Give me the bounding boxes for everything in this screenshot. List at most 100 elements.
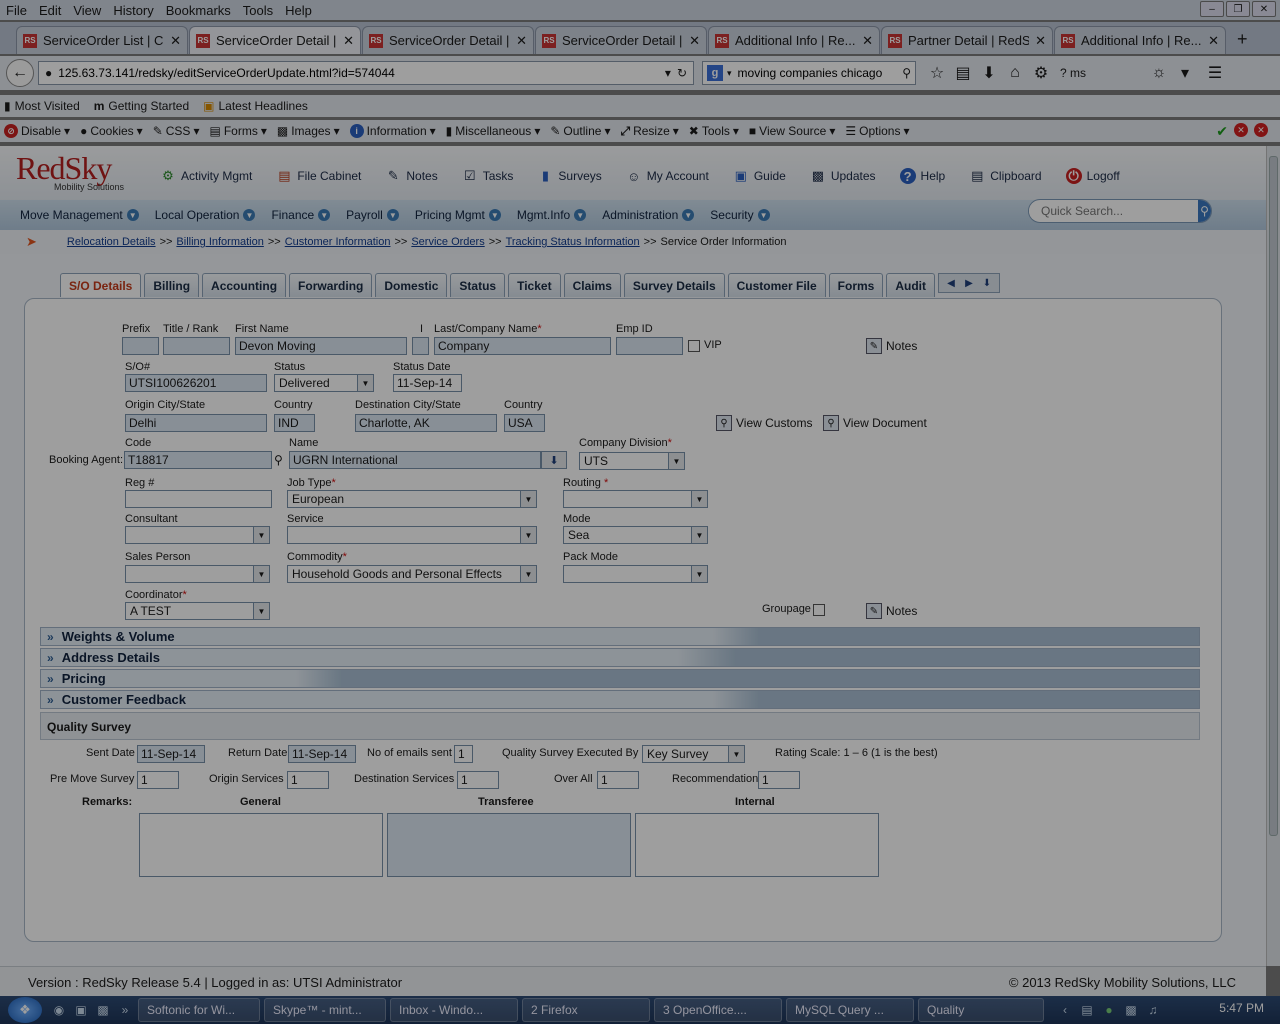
nav-mgmt-info[interactable]: Mgmt.Info ▼ bbox=[517, 208, 587, 222]
menu-bookmarks[interactable]: Bookmarks bbox=[160, 3, 237, 18]
web-search-box[interactable]: g ▾ ⚲ bbox=[702, 61, 916, 85]
browser-tab[interactable]: RS Additional Info | Re... ✕ bbox=[1054, 26, 1226, 54]
tab-survey-details[interactable]: Survey Details bbox=[623, 273, 725, 297]
dropdown-arrow-icon[interactable]: ▾ bbox=[665, 66, 671, 80]
sales-person-select[interactable]: ▼ bbox=[125, 565, 270, 583]
previous-icon[interactable]: ◀ bbox=[943, 278, 959, 289]
browser-tab[interactable]: RS Additional Info | Re... ✕ bbox=[708, 26, 880, 54]
wd-resize[interactable]: ⤢ Resize ▾ bbox=[620, 124, 678, 139]
general-remarks-textarea[interactable] bbox=[139, 813, 383, 877]
browser-tab[interactable]: RS ServiceOrder Detail |... ✕ bbox=[535, 26, 707, 54]
vip-checkbox[interactable] bbox=[688, 340, 700, 352]
close-tab-icon[interactable]: ✕ bbox=[862, 33, 873, 49]
pack-mode-select[interactable]: ▼ bbox=[563, 565, 708, 583]
emails-sent-field[interactable]: 1 bbox=[454, 745, 473, 763]
sent-date-field[interactable]: 11-Sep-14 bbox=[137, 745, 205, 763]
bookmark-most-visited[interactable]: ▮ Most Visited bbox=[4, 99, 80, 113]
arrow-down-icon[interactable]: ⬇ bbox=[979, 278, 995, 289]
mode-select[interactable]: Sea ▼ bbox=[563, 526, 708, 544]
taskbar-item-softonic[interactable]: Softonic for Wi... bbox=[138, 998, 260, 1022]
quick-search-input[interactable] bbox=[1029, 203, 1198, 219]
browser-tab[interactable]: RS ServiceOrder Detail |... ✕ bbox=[362, 26, 534, 54]
origin-services-field[interactable]: 1 bbox=[287, 771, 329, 789]
prefix-field[interactable] bbox=[122, 337, 159, 355]
close-window-icon[interactable]: ✕ bbox=[1252, 1, 1276, 17]
top-menu-my-account[interactable]: ☺ My Account bbox=[626, 168, 709, 184]
tab-domestic[interactable]: Domestic bbox=[375, 273, 448, 297]
tab-ticket[interactable]: Ticket bbox=[508, 273, 561, 297]
top-menu-guide[interactable]: ▣ Guide bbox=[733, 168, 786, 184]
page-speed-label[interactable]: ? ms bbox=[1060, 66, 1086, 80]
bookmark-star-icon[interactable]: ☆ bbox=[924, 63, 950, 83]
close-tab-icon[interactable]: ✕ bbox=[1208, 33, 1219, 49]
nav-pricing-mgmt[interactable]: Pricing Mgmt ▼ bbox=[415, 208, 501, 222]
top-menu-help[interactable]: ? Help bbox=[899, 168, 945, 184]
wd-outline[interactable]: ✎ Outline ▾ bbox=[550, 124, 610, 138]
groupage-checkbox[interactable] bbox=[813, 604, 825, 616]
restore-icon[interactable]: ❐ bbox=[1226, 1, 1250, 17]
top-menu-file-cabinet[interactable]: ▤ File Cabinet bbox=[276, 168, 361, 184]
firefox-quicklaunch-icon[interactable]: ◉ bbox=[50, 1001, 68, 1019]
crumb-service-orders[interactable]: Service Orders bbox=[411, 236, 484, 248]
initial-field[interactable] bbox=[412, 337, 429, 355]
tray-network-icon[interactable]: ▤ bbox=[1078, 1001, 1096, 1019]
wd-view-source[interactable]: ■ View Source ▾ bbox=[749, 124, 835, 138]
destination-field[interactable]: Charlotte, AK bbox=[355, 414, 497, 432]
web-search-input[interactable] bbox=[735, 65, 903, 81]
windows-start-icon[interactable]: ❖ bbox=[8, 997, 42, 1023]
top-menu-clipboard[interactable]: ▤ Clipboard bbox=[969, 168, 1042, 184]
tray-chevron-icon[interactable]: ‹ bbox=[1056, 1001, 1074, 1019]
extension-icon[interactable]: ☼ bbox=[1146, 64, 1172, 82]
internal-remarks-textarea[interactable] bbox=[635, 813, 879, 877]
top-menu-logoff[interactable]: ⏻ Logoff bbox=[1065, 168, 1120, 184]
clipboard-icon[interactable]: ▤ bbox=[950, 63, 976, 83]
company-division-select[interactable]: UTS ▼ bbox=[579, 452, 685, 470]
wd-miscellaneous[interactable]: ▮ Miscellaneous ▾ bbox=[446, 124, 541, 138]
hamburger-menu-icon[interactable]: ☰ bbox=[1202, 63, 1228, 83]
wd-options[interactable]: ☰ Options ▾ bbox=[845, 124, 909, 138]
consultant-select[interactable]: ▼ bbox=[125, 526, 270, 544]
top-menu-tasks[interactable]: ☑ Tasks bbox=[462, 168, 514, 184]
over-all-field[interactable]: 1 bbox=[597, 771, 639, 789]
tab-accounting[interactable]: Accounting bbox=[202, 273, 287, 297]
tray-volume-icon[interactable]: ♫ bbox=[1144, 1001, 1162, 1019]
notes-link[interactable]: ✎ Notes bbox=[866, 338, 917, 354]
extension-menu-icon[interactable]: ▾ bbox=[1172, 63, 1198, 83]
tray-shield-icon[interactable]: ● bbox=[1100, 1001, 1118, 1019]
lookup-magnifier-icon[interactable]: ⚲ bbox=[274, 453, 283, 467]
crumb-relocation-details[interactable]: Relocation Details bbox=[67, 236, 156, 248]
booking-agent-code-field[interactable]: T18817 bbox=[124, 451, 272, 469]
service-select[interactable]: ▼ bbox=[287, 526, 537, 544]
wd-images[interactable]: ▩ Images ▾ bbox=[277, 124, 340, 138]
menu-view[interactable]: View bbox=[67, 3, 107, 18]
bookmark-getting-started[interactable]: m Getting Started bbox=[94, 99, 189, 113]
close-tab-icon[interactable]: ✕ bbox=[343, 33, 354, 49]
reload-icon[interactable]: ↻ bbox=[677, 66, 687, 80]
url-bar[interactable]: ● ▾ ↻ bbox=[38, 61, 694, 85]
taskbar-item-mysql[interactable]: MySQL Query ... bbox=[786, 998, 914, 1022]
booking-agent-name-field[interactable]: UGRN International bbox=[289, 451, 541, 469]
close-tab-icon[interactable]: ✕ bbox=[1035, 33, 1046, 49]
section-pricing[interactable]: » Pricing bbox=[40, 669, 1200, 688]
title-rank-field[interactable] bbox=[163, 337, 230, 355]
page-scrollbar[interactable] bbox=[1266, 146, 1280, 966]
close-tab-icon[interactable]: ✕ bbox=[689, 33, 700, 49]
quick-search[interactable]: ⚲ bbox=[1028, 199, 1212, 223]
job-type-select[interactable]: European ▼ bbox=[287, 490, 537, 508]
notes-link-2[interactable]: ✎ Notes bbox=[866, 603, 917, 619]
menu-tools[interactable]: Tools bbox=[237, 3, 279, 18]
tab-forwarding[interactable]: Forwarding bbox=[289, 273, 373, 297]
browser-tab[interactable]: RS ServiceOrder List | C... ✕ bbox=[16, 26, 188, 54]
menu-help[interactable]: Help bbox=[279, 3, 318, 18]
section-address-details[interactable]: » Address Details bbox=[40, 648, 1200, 667]
taskbar-item-quality[interactable]: Quality bbox=[918, 998, 1044, 1022]
url-input[interactable] bbox=[56, 65, 659, 81]
nav-move-management[interactable]: Move Management ▼ bbox=[20, 208, 139, 222]
tab-billing[interactable]: Billing bbox=[144, 273, 200, 297]
transferee-remarks-textarea[interactable] bbox=[387, 813, 631, 877]
close-tab-icon[interactable]: ✕ bbox=[516, 33, 527, 49]
new-tab-icon[interactable]: + bbox=[1227, 29, 1258, 54]
check-icon[interactable]: ✔ bbox=[1216, 123, 1228, 140]
menu-file[interactable]: File bbox=[0, 3, 33, 18]
nav-finance[interactable]: Finance ▼ bbox=[271, 208, 331, 222]
